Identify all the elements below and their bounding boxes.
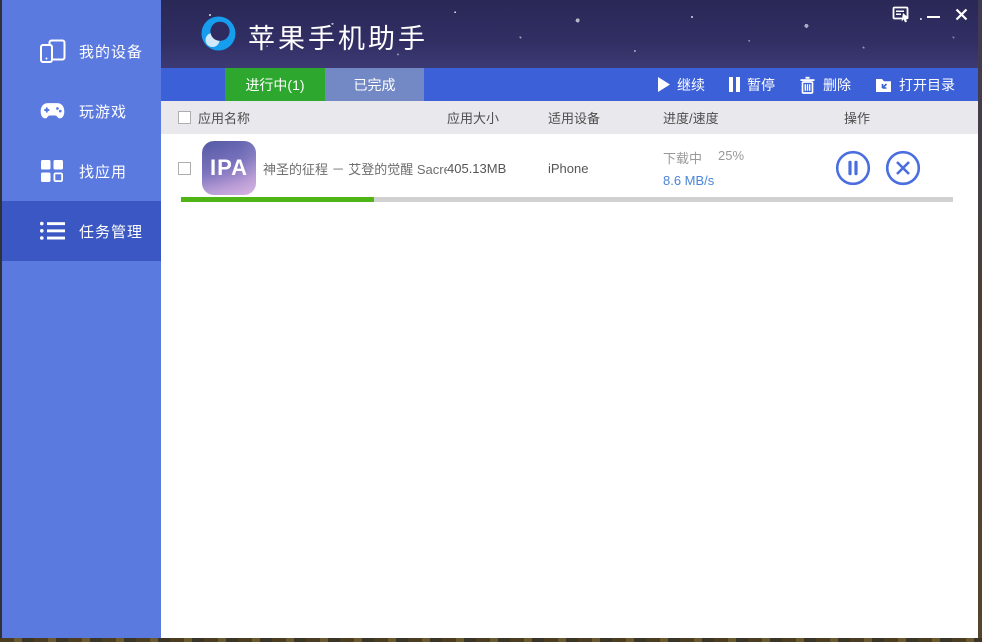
app-window: 我的设备 玩游戏 bbox=[2, 0, 978, 638]
sidebar-item-play-games[interactable]: 玩游戏 bbox=[2, 81, 161, 141]
pause-button[interactable]: 暂停 bbox=[729, 75, 775, 95]
cancel-circle-icon[interactable] bbox=[885, 150, 921, 186]
button-label: 删除 bbox=[823, 75, 851, 95]
toolbar-actions: 继续 暂停 bbox=[658, 68, 955, 101]
progress-track bbox=[181, 197, 953, 202]
tab-in-progress[interactable]: 进行中(1) bbox=[225, 68, 325, 101]
toolbar: 进行中(1) 已完成 继续 bbox=[161, 68, 978, 101]
apps-grid-icon bbox=[38, 158, 66, 184]
row-checkbox[interactable] bbox=[178, 162, 191, 175]
tab-completed[interactable]: 已完成 bbox=[325, 68, 424, 101]
ipa-app-icon: IPA bbox=[202, 141, 256, 195]
sidebar-item-task-manager[interactable]: 任务管理 bbox=[2, 201, 161, 261]
delete-button[interactable]: 删除 bbox=[799, 75, 851, 95]
status-text: 下载中 bbox=[663, 148, 702, 167]
task-row[interactable]: IPA 神圣的征程 － 艾登的觉醒 Sacre 405.13MB iPhone … bbox=[161, 134, 978, 214]
tab-bar: 进行中(1) 已完成 bbox=[225, 68, 424, 101]
open-directory-button[interactable]: 打开目录 bbox=[875, 75, 955, 95]
pause-circle-icon[interactable] bbox=[835, 150, 871, 186]
col-app-size: 应用大小 bbox=[447, 108, 548, 127]
open-folder-icon bbox=[875, 77, 892, 93]
titlebar: 苹果手机助手 bbox=[161, 0, 978, 68]
col-app-name: 应用名称 bbox=[198, 108, 447, 127]
app-name-cell: IPA 神圣的征程 － 艾登的觉醒 Sacre bbox=[198, 134, 447, 202]
app-logo-swirl-icon bbox=[200, 15, 237, 57]
app-size: 405.13MB bbox=[447, 134, 548, 202]
window-controls bbox=[892, 5, 968, 23]
minimize-icon[interactable] bbox=[927, 5, 940, 23]
desktop-edge-bottom bbox=[0, 638, 982, 642]
sidebar-item-label: 找应用 bbox=[79, 161, 127, 182]
trash-icon bbox=[799, 76, 816, 94]
target-device: iPhone bbox=[548, 134, 663, 202]
main-area: 苹果手机助手 bbox=[161, 0, 978, 638]
skin-panel-icon[interactable] bbox=[892, 5, 912, 23]
desktop-edge-right bbox=[978, 0, 982, 642]
gamepad-icon bbox=[38, 98, 66, 124]
download-speed: 8.6 MB/s bbox=[663, 173, 714, 188]
task-list-icon bbox=[38, 218, 66, 244]
sidebar-item-label: 任务管理 bbox=[79, 221, 143, 242]
devices-icon bbox=[38, 38, 66, 64]
button-label: 打开目录 bbox=[899, 75, 955, 95]
button-label: 暂停 bbox=[747, 75, 775, 95]
brand: 苹果手机助手 bbox=[200, 15, 428, 57]
sidebar-item-label: 我的设备 bbox=[79, 41, 143, 62]
col-device: 适用设备 bbox=[548, 108, 663, 127]
button-label: 继续 bbox=[677, 75, 705, 95]
operation-cell bbox=[823, 134, 978, 202]
tab-label: 已完成 bbox=[354, 75, 396, 95]
select-all-checkbox[interactable] bbox=[178, 111, 191, 124]
col-progress-speed: 进度/速度 bbox=[663, 108, 823, 127]
pause-icon bbox=[729, 77, 740, 92]
progress-fill bbox=[181, 197, 374, 202]
row-checkbox-cell bbox=[161, 134, 198, 202]
screen: 我的设备 玩游戏 bbox=[0, 0, 982, 642]
task-list: IPA 神圣的征程 － 艾登的觉醒 Sacre 405.13MB iPhone … bbox=[161, 134, 978, 638]
sidebar-item-find-apps[interactable]: 找应用 bbox=[2, 141, 161, 201]
sidebar-item-label: 玩游戏 bbox=[79, 101, 127, 122]
progress-cell: 下载中 25% 8.6 MB/s bbox=[663, 134, 823, 202]
sidebar: 我的设备 玩游戏 bbox=[2, 0, 161, 638]
status-line: 下载中 25% bbox=[663, 148, 744, 167]
header-checkbox-cell bbox=[161, 111, 198, 124]
app-name: 神圣的征程 － 艾登的觉醒 Sacre bbox=[263, 159, 447, 178]
table-header: 应用名称 应用大小 适用设备 进度/速度 操作 bbox=[161, 101, 978, 134]
app-title: 苹果手机助手 bbox=[248, 17, 428, 56]
sidebar-item-my-devices[interactable]: 我的设备 bbox=[2, 21, 161, 81]
resume-button[interactable]: 继续 bbox=[658, 75, 705, 95]
play-icon bbox=[658, 77, 670, 92]
progress-percent: 25% bbox=[718, 148, 744, 167]
close-icon[interactable] bbox=[955, 5, 968, 23]
col-operation: 操作 bbox=[823, 108, 978, 127]
tab-label: 进行中(1) bbox=[245, 75, 304, 95]
